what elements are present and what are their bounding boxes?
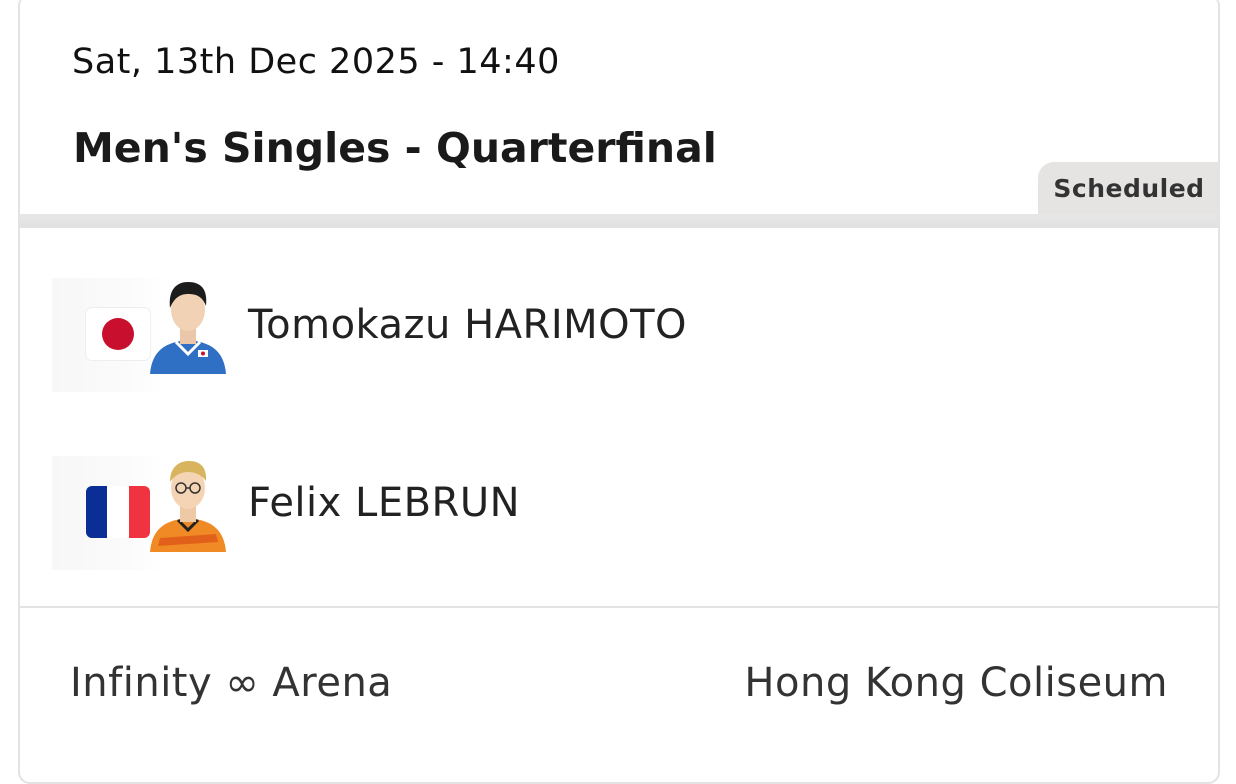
player-row[interactable]: Tomokazu HARIMOTO [20, 278, 1218, 392]
match-card[interactable]: Sat, 13th Dec 2025 - 14:40 Men's Singles… [18, 0, 1220, 784]
player-avatar [150, 282, 226, 374]
match-round-title: Men's Singles - Quarterfinal [73, 124, 717, 172]
japan-flag-icon [86, 308, 150, 360]
player-name: Tomokazu HARIMOTO [248, 302, 688, 348]
status-badge: Scheduled [1038, 162, 1218, 214]
match-datetime: Sat, 13th Dec 2025 - 14:40 [72, 42, 560, 82]
player-row[interactable]: Felix LEBRUN [20, 456, 1218, 570]
venue-location: Hong Kong Coliseum [744, 660, 1168, 706]
player-name: Felix LEBRUN [248, 480, 521, 526]
match-footer: Infinity ∞ Arena Hong Kong Coliseum [20, 608, 1218, 782]
venue-name: Infinity ∞ Arena [70, 660, 393, 706]
france-flag-icon [86, 486, 150, 538]
player-avatar [150, 461, 226, 552]
